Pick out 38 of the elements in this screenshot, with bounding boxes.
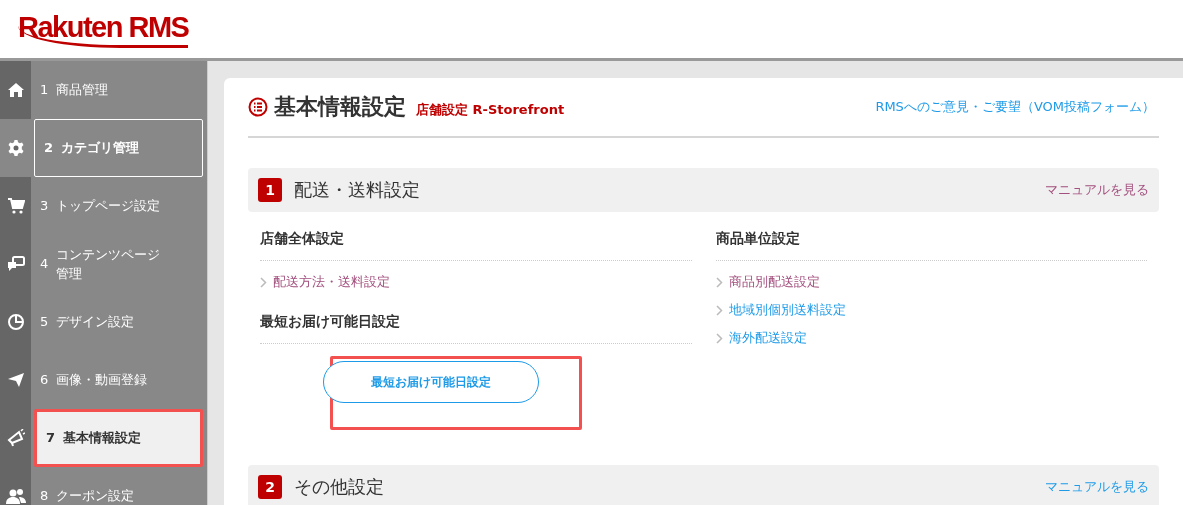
paper-plane-icon <box>6 372 25 388</box>
chevron-icon <box>715 332 723 344</box>
sidebar-item[interactable]: 8 クーポン設定 <box>31 467 207 505</box>
settings-icon <box>6 139 25 157</box>
section-number: 1 <box>258 178 282 202</box>
sidebar-item[interactable]: 2 カテゴリ管理 <box>34 119 203 177</box>
chat-icon <box>6 256 25 272</box>
rakuten-rms-logo[interactable]: Rakuten RMS <box>18 10 189 48</box>
group-heading: 店舗全体設定 <box>260 212 692 261</box>
home-icon <box>6 82 25 98</box>
section-title: 配送・送料設定 <box>294 178 420 202</box>
section-title: その他設定 <box>294 475 384 499</box>
users-icon <box>5 488 26 504</box>
group-heading: 商品単位設定 <box>715 212 1147 261</box>
settings-link[interactable]: 地域別個別送料設定 <box>715 301 1147 319</box>
pie-chart-icon <box>6 313 25 331</box>
megaphone-icon <box>6 429 25 447</box>
manual-link[interactable]: マニュアルを見る <box>1045 478 1149 496</box>
chevron-icon <box>260 276 267 288</box>
page-subtitle: 店舗設定 R-Storefront <box>416 101 565 119</box>
manual-link[interactable]: マニュアルを見る <box>1045 181 1149 199</box>
sidebar-item[interactable]: 7 基本情報設定 <box>34 409 203 467</box>
chevron-icon <box>715 304 723 316</box>
list-icon <box>248 97 268 117</box>
delivery-date-button[interactable]: 最短お届け可能日設定 <box>322 361 539 403</box>
chevron-icon <box>715 276 723 288</box>
sidebar-item[interactable]: 1 商品管理 <box>31 61 207 119</box>
sidebar-item[interactable]: 5 デザイン設定 <box>31 293 207 351</box>
settings-link[interactable]: 海外配送設定 <box>715 329 1147 347</box>
sidebar-item[interactable]: 3 トップページ設定 <box>31 177 207 235</box>
cart-icon <box>6 197 25 215</box>
sidebar-item[interactable]: 6 画像・動画登録 <box>31 351 207 409</box>
page-title: 基本情報設定 <box>274 93 406 121</box>
settings-link[interactable]: 配送方法・送料設定 <box>260 273 692 291</box>
settings-link[interactable]: 商品別配送設定 <box>715 273 1147 291</box>
feedback-link[interactable]: RMSへのご意見・ご要望（VOM投稿フォーム） <box>875 98 1159 116</box>
group-heading: 最短お届け可能日設定 <box>260 295 692 344</box>
section-number: 2 <box>258 475 282 499</box>
